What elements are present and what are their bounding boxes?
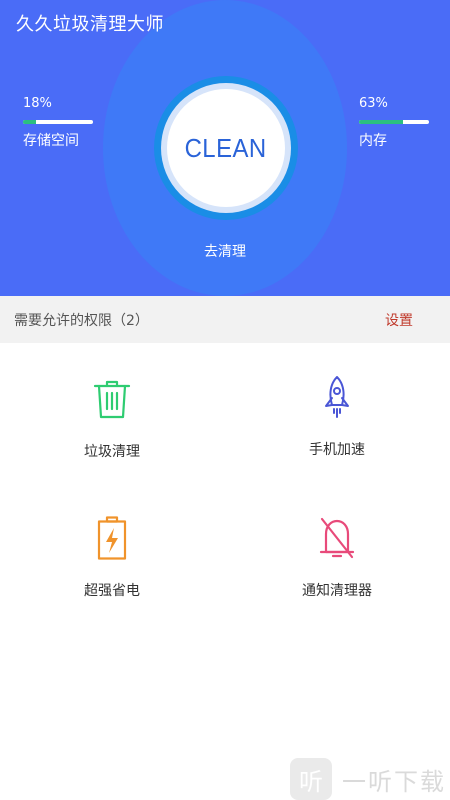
clean-button[interactable]: CLEAN <box>167 89 285 207</box>
app-title: 久久垃圾清理大师 <box>16 14 164 35</box>
clean-button-label: CLEAN <box>184 132 268 163</box>
storage-progress-bar <box>23 120 93 124</box>
permissions-text: 需要允许的权限（2） <box>14 312 149 329</box>
settings-link[interactable]: 设置 <box>385 310 413 330</box>
storage-progress-fill <box>23 120 36 124</box>
storage-percent: 18% <box>23 96 52 111</box>
feature-label: 超强省电 <box>84 583 140 599</box>
battery-icon <box>97 516 127 560</box>
header: 久久垃圾清理大师 CLEAN 去清理 18% 存储空间 63% 内存 <box>0 0 450 296</box>
watermark-logo: 听 <box>290 758 332 800</box>
feature-power-saving[interactable]: 超强省电 <box>32 516 192 626</box>
storage-stat: 18% 存储空间 <box>23 96 93 150</box>
memory-progress-bar <box>359 120 429 124</box>
memory-percent: 63% <box>359 96 388 111</box>
feature-label: 垃圾清理 <box>84 444 140 460</box>
storage-label: 存储空间 <box>23 133 79 149</box>
feature-label: 手机加速 <box>309 442 365 458</box>
memory-stat: 63% 内存 <box>359 96 429 150</box>
bell-off-icon <box>319 517 355 559</box>
watermark: 听 一听下载 <box>290 757 450 800</box>
memory-label: 内存 <box>359 133 387 149</box>
feature-notification-cleaner[interactable]: 通知清理器 <box>257 516 417 626</box>
trash-icon <box>93 380 131 419</box>
watermark-text: 一听下载 <box>342 767 446 796</box>
permissions-bar: 需要允许的权限（2） 设置 <box>0 296 450 343</box>
memory-progress-fill <box>359 120 404 124</box>
feature-label: 通知清理器 <box>302 583 372 599</box>
feature-junk-clean[interactable]: 垃圾清理 <box>32 377 192 487</box>
feature-phone-boost[interactable]: 手机加速 <box>257 375 417 485</box>
rocket-icon <box>325 376 349 418</box>
go-clean-link[interactable]: 去清理 <box>175 241 275 261</box>
